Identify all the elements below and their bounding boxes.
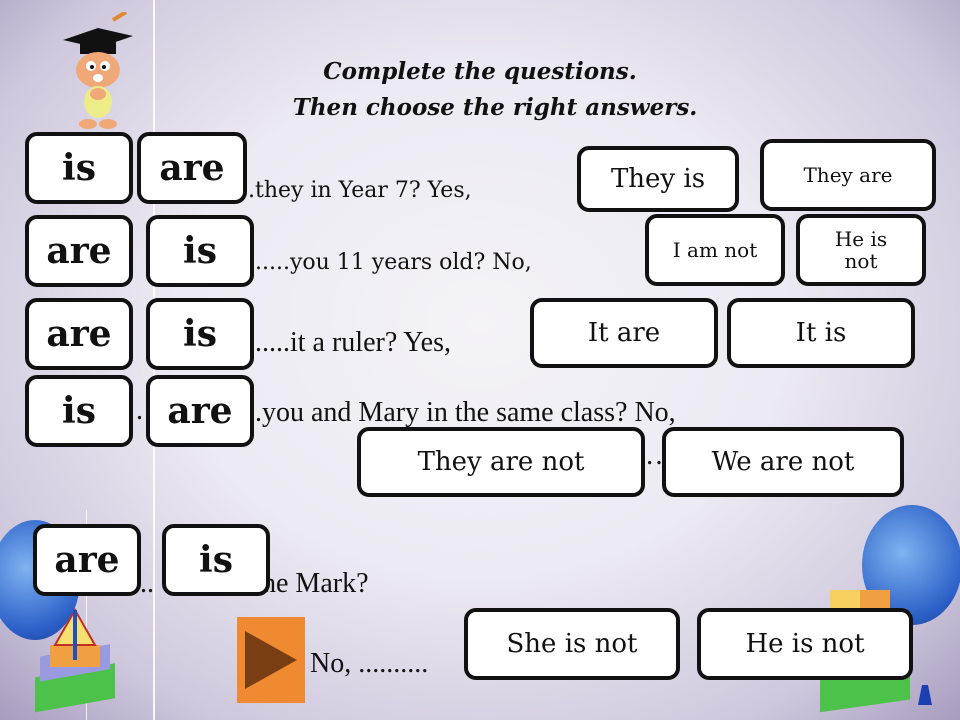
instruction-line-1: Complete the questions. xyxy=(323,58,637,85)
option-is-q1[interactable]: is xyxy=(25,132,133,204)
instruction-line-2: Then choose the right answers. xyxy=(292,94,698,121)
question-3-text: .....it a ruler? Yes, xyxy=(255,327,451,358)
answer-they-are[interactable]: They are xyxy=(760,139,936,211)
question-5-text: he Mark? xyxy=(262,568,369,599)
play-button[interactable] xyxy=(237,617,305,703)
option-are-q3[interactable]: are xyxy=(25,298,133,370)
option-is-q2[interactable]: is xyxy=(146,215,254,287)
answer-we-are-not[interactable]: We are not xyxy=(662,427,904,497)
option-are-q2[interactable]: are xyxy=(25,215,133,287)
answer-5-prefix: No, .......... xyxy=(310,648,429,679)
answer-it-are[interactable]: It are xyxy=(530,298,718,368)
answer-they-is[interactable]: They is xyxy=(577,146,739,212)
option-is-q5[interactable]: is xyxy=(162,524,270,596)
answer-i-am-not[interactable]: I am not xyxy=(645,214,785,286)
answer-he-is-not-q5[interactable]: He is not xyxy=(697,608,913,680)
option-are-q1[interactable]: are xyxy=(137,132,247,204)
answer-it-is[interactable]: It is xyxy=(727,298,915,368)
question-4-text: .you and Mary in the same class? No, xyxy=(255,397,676,428)
option-are-q5[interactable]: are xyxy=(33,524,141,596)
question-2-text: .....you 11 years old? No, xyxy=(255,250,532,275)
question-1-text: .they in Year 7? Yes, xyxy=(248,178,472,203)
answer-they-are-not[interactable]: They are not xyxy=(357,427,645,497)
cat-graduate-icon xyxy=(63,12,133,129)
books-icon-left xyxy=(35,607,115,713)
answer-he-is-not-q2[interactable]: He is not xyxy=(796,214,926,286)
option-is-q3[interactable]: is xyxy=(146,298,254,370)
answer-she-is-not[interactable]: She is not xyxy=(464,608,680,680)
question-4-prefix: . xyxy=(136,395,143,426)
option-are-q4[interactable]: are xyxy=(146,375,254,447)
option-is-q4[interactable]: is xyxy=(25,375,133,447)
play-icon xyxy=(245,631,297,689)
